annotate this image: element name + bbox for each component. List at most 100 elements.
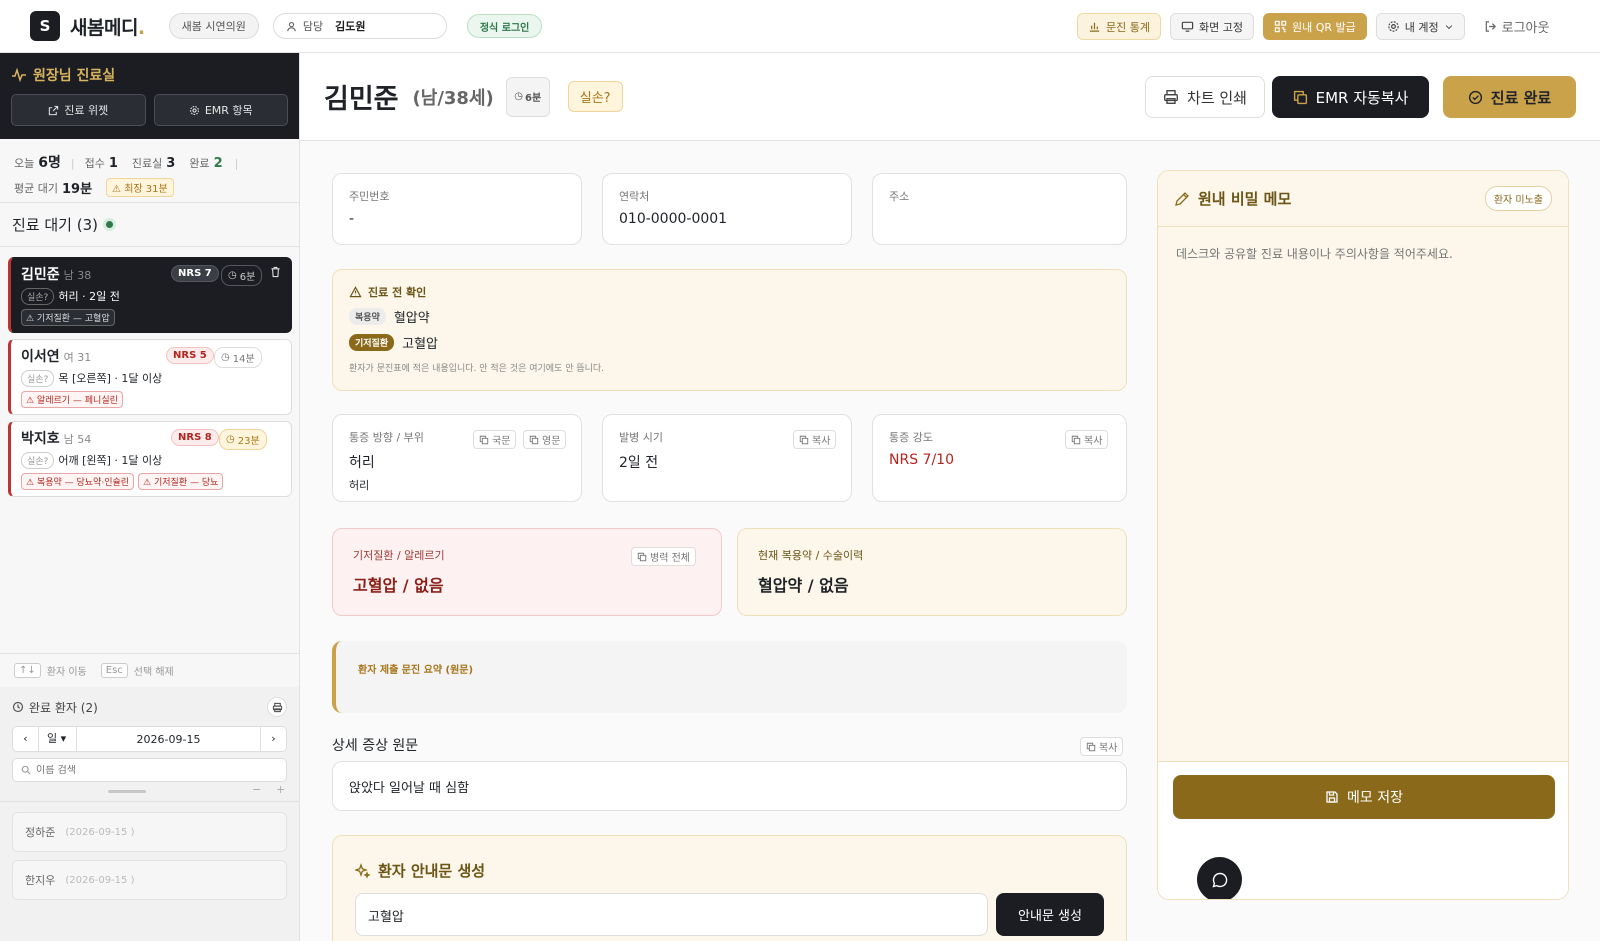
check-circle-icon [1468,90,1483,105]
name-search-field[interactable] [12,758,287,782]
pulse-icon [11,68,27,82]
phone-field: 연락처 010-0000-0001 [602,173,852,245]
warning-triangle-icon [349,286,362,298]
bar-chart-icon [1088,20,1101,33]
date-unit-select[interactable]: 일 ▾ [39,727,77,751]
copy-history-button[interactable]: 병력 전체 [631,547,696,566]
insurance-badge: 실손? [21,288,55,305]
copy-detail-button[interactable]: 복사 [1080,737,1124,756]
account-menu-button[interactable]: 내 계정 [1375,13,1465,40]
copy-korean-button[interactable]: 국문 [473,430,517,449]
resize-handle[interactable] [108,790,146,793]
treatment-complete-button[interactable]: 진료 완료 [1443,76,1576,118]
insurance-badge: 실손? [21,370,55,387]
prev-date-button[interactable]: ‹ [13,727,39,751]
history-allergy-field: 기저질환 / 알레르기 병력 전체 고혈압 / 없음 [332,528,722,616]
staff-name: 김도원 [335,20,366,33]
copy-icon [1071,435,1081,445]
clinic-selector[interactable]: 새봄 시연의원 [168,13,259,39]
sidebar: 원장님 진료실 진료 위젯 EMR 항목 오늘 6명 | 접수 1 진료실 3 완료 2… [0,53,300,941]
logout-button[interactable]: 로그아웃 [1474,13,1560,40]
patient-header: 김민준 (남/38세) ◷ 6분 실손? 차트 인쇄 EMR 자동복사 진료 완료 [300,53,1600,141]
chat-button[interactable] [1197,857,1242,899]
clock-icon: ◷ [221,352,230,363]
gear-icon [1387,20,1400,33]
nrs-badge: NRS 7 [171,265,219,282]
staff-field[interactable]: 담당 김도원 [272,13,447,39]
room-panel: 원장님 진료실 진료 위젯 EMR 항목 [0,53,299,139]
clinic-widget-button[interactable]: 진료 위젯 [11,94,146,126]
app-logo[interactable]: S [30,11,60,41]
external-link-icon [48,105,59,116]
warning-tag: ⚠ 기저질환 — 당뇨 [138,473,224,490]
collapse-button[interactable]: − [252,783,261,796]
survey-summary: 환자 제출 문진 요약 (원문) [332,641,1127,713]
patient-card[interactable]: 김민준 남 38 NRS 7 ◷ 6분 실손? 허리 · 2일 전 ⚠ 기저질환 — … [8,257,292,333]
wait-time-badge: ◷ 6분 [221,265,263,286]
pain-intensity-field: 통증 강도 복사 NRS 7/10 [872,414,1127,502]
save-memo-button[interactable]: 메모 저장 [1173,775,1555,819]
pre-visit-check: 진료 전 확인 복용약 혈압약 기저질환 고혈압 환자가 문진표에 적은 내용입… [332,269,1127,391]
expand-button[interactable]: + [276,783,285,796]
detail-title: 상세 증상 원문 [332,738,419,754]
search-input[interactable] [36,764,256,776]
detail-text: 앉았다 일어날 때 심함 [332,761,1127,811]
copy-icon [799,435,809,445]
generate-guide-button[interactable]: 안내문 생성 [996,893,1104,936]
wait-time-badge: ◷ 14분 [214,347,262,368]
patient-hidden-badge: 환자 미노출 [1484,186,1552,211]
save-icon [1325,790,1339,804]
private-memo-panel: 원내 비밀 메모 환자 미노출 메모 저장 [1157,170,1569,900]
date-navigator: ‹ 일 ▾ 2026-09-15 › [12,726,287,752]
brand-name: 새봄메디. [70,16,145,39]
live-indicator [105,221,113,228]
nrs-badge: NRS 8 [171,429,219,446]
done-patient-item[interactable]: 정하준 (2026-09-15 ) [12,812,287,852]
chevron-down-icon [1444,22,1454,32]
guide-input[interactable]: 고혈압 [355,893,988,936]
copy-icon [637,552,647,562]
copy-english-button[interactable]: 영문 [523,430,567,449]
date-display[interactable]: 2026-09-15 [77,733,260,746]
top-bar: S 새봄메디. 새봄 시연의원 담당 김도원 정식 로그인 문진 통계 화면 고… [0,0,1600,53]
gear-icon [189,105,200,116]
chart-print-button[interactable]: 차트 인쇄 [1145,76,1265,118]
main-content: 주민번호 - 연락처 010-0000-0001 주소 진료 전 확인 복용약 … [300,141,1600,941]
done-patient-item[interactable]: 한지우 (2026-09-15 ) [12,860,287,900]
copy-button[interactable]: 복사 [1065,430,1109,449]
copy-button[interactable]: 복사 [793,430,837,449]
copy-icon [529,435,539,445]
disease-tag: 기저질환 [349,334,395,351]
sparkle-icon [355,862,371,879]
chat-bubble-icon [1211,871,1229,889]
pencil-icon [1174,191,1190,207]
max-wait-badge: ⚠ 최장 31분 [106,178,174,197]
warning-tag: ⚠ 알레르기 — 페니실린 [21,391,123,408]
emr-items-button[interactable]: EMR 항목 [153,94,288,126]
screen-fix-button[interactable]: 화면 고정 [1169,13,1254,40]
patient-card[interactable]: 이서연 여 31 NRS 5 ◷ 14분 실손? 목 [오른쪽] · 1달 이상 ⚠ … [8,339,292,415]
nrs-badge: NRS 5 [166,347,214,364]
memo-textarea[interactable] [1158,227,1568,761]
queue-title: 진료 대기 (3) [12,216,98,234]
pain-area-field: 통증 방향 / 부위 국문 영문 허리 허리 [332,414,582,502]
today-stats: 오늘 6명 | 접수 1 진료실 3 완료 2 | 평균 대기 19분 ⚠ 최장 31분 [0,139,299,203]
emr-auto-copy-button[interactable]: EMR 자동복사 [1272,76,1429,118]
history-icon [12,701,24,713]
wait-time-badge: ◷ 23분 [219,429,267,450]
survey-stats-button[interactable]: 문진 통계 [1077,13,1161,40]
printer-icon [272,702,283,713]
medication-tag: 복용약 [349,308,386,325]
print-done-button[interactable] [267,697,287,717]
room-title: 원장님 진료실 [11,65,288,85]
keyboard-hints: ↑↓ 환자 이동 Esc 선택 해제 [0,653,299,687]
clock-icon: ◷ [514,91,524,102]
qr-issue-button[interactable]: 원내 QR 발급 [1262,13,1367,40]
next-date-button[interactable]: › [260,727,286,751]
trash-icon[interactable] [270,266,281,278]
done-section: 완료 환자 (2) ‹ 일 ▾ 2026-09-15 › − + 정하준(202… [0,687,299,941]
warning-tag: ⚠ 기저질환 — 고혈압 [21,309,115,326]
queue-header: 진료 대기 (3) [0,203,299,287]
patient-card[interactable]: 박지호 남 54 NRS 8 ◷ 23분 실손? 어깨 [왼쪽] · 1달 이상 ⚠ … [8,421,292,497]
clock-icon: ◷ [226,434,235,445]
